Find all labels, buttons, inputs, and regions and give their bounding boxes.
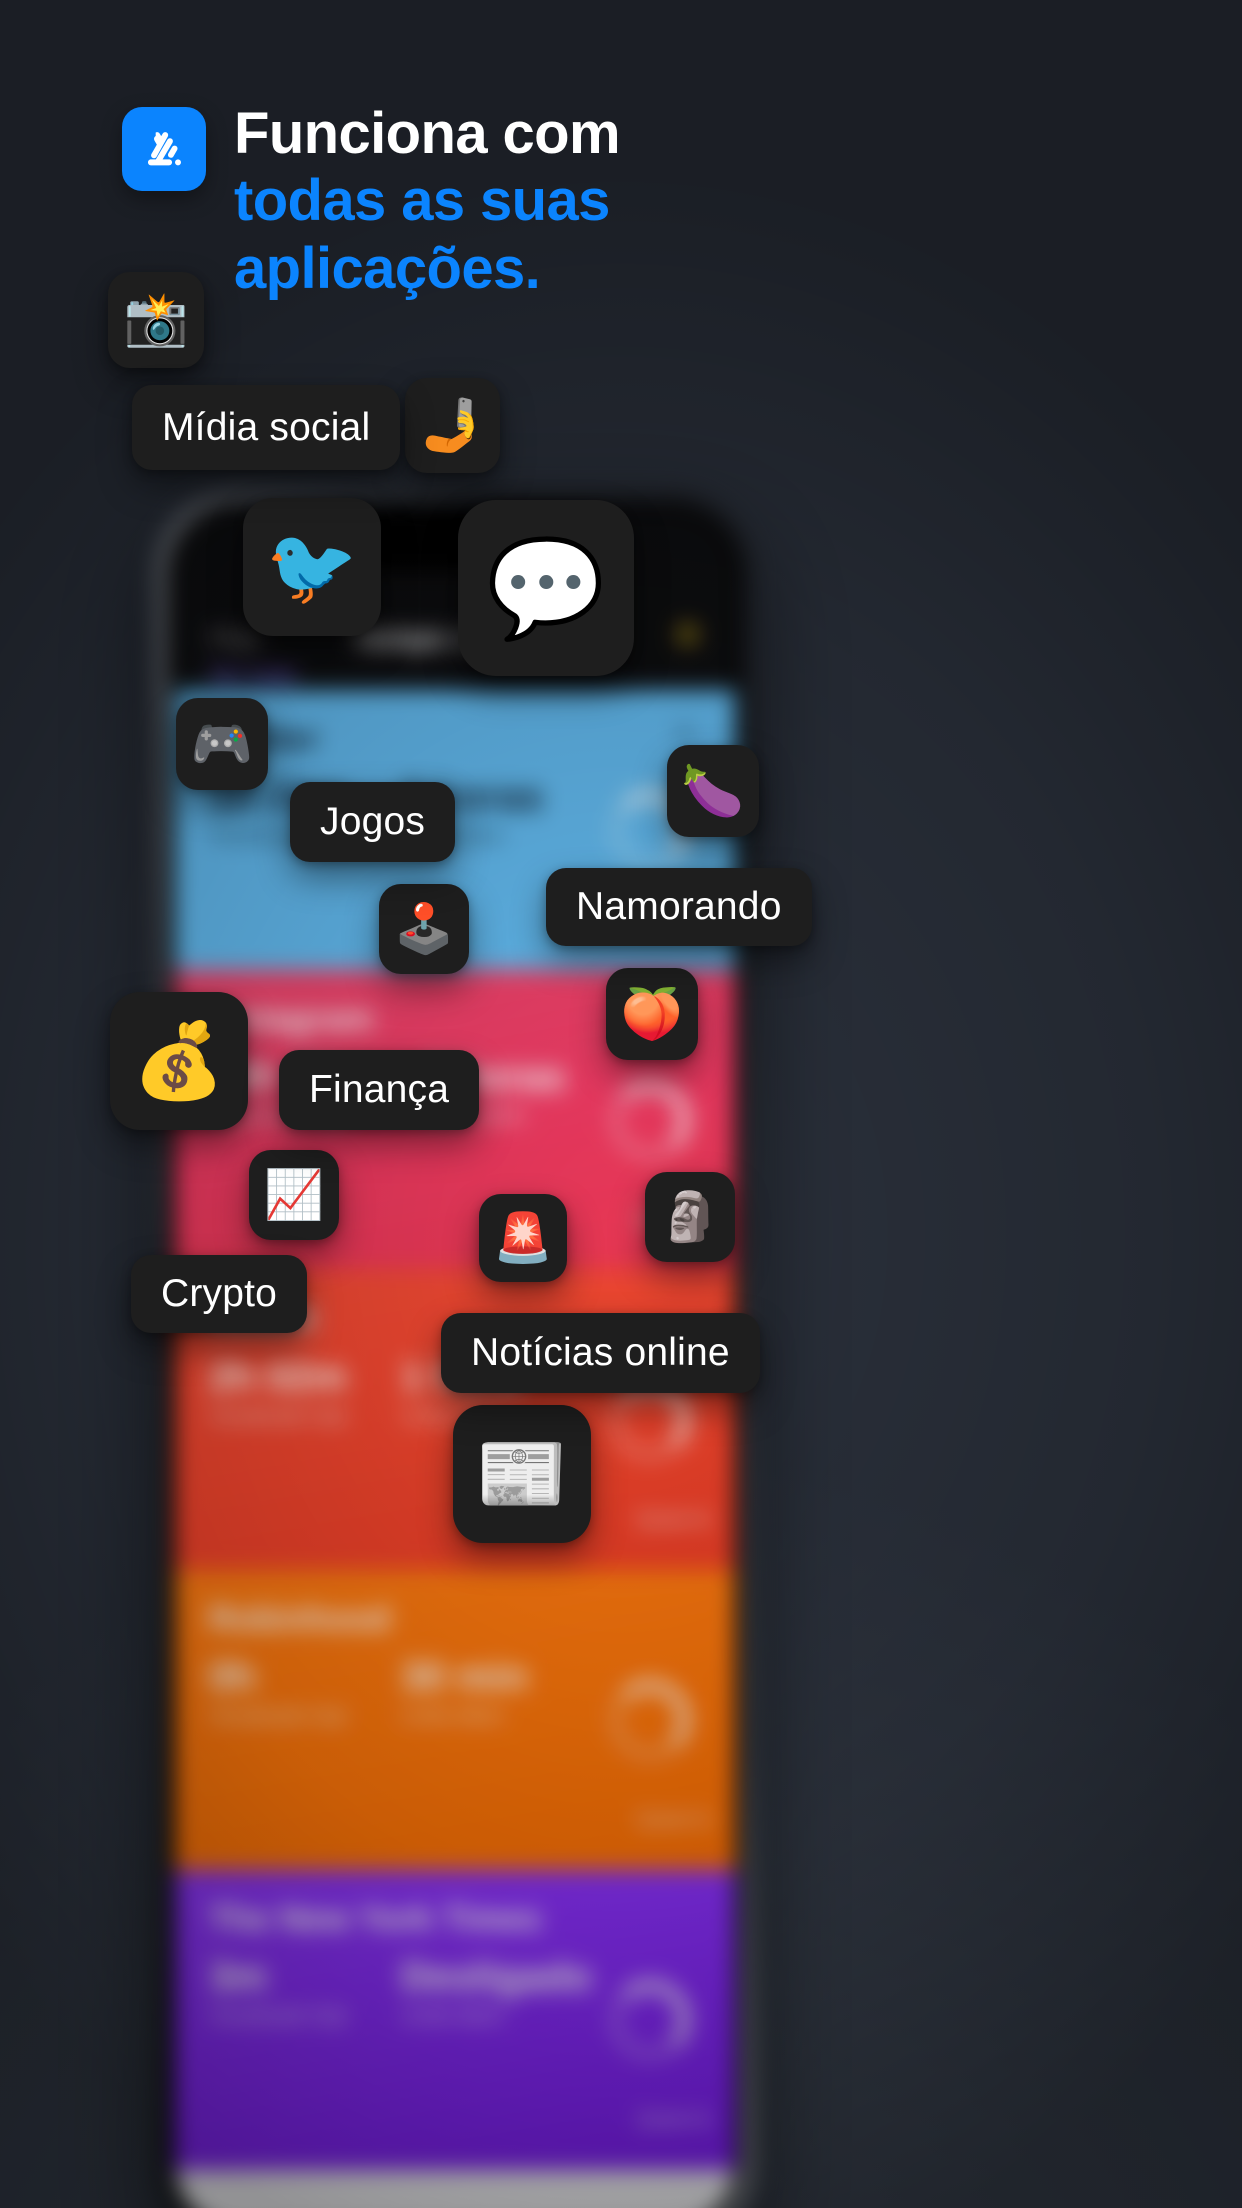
category-pill-label: Namorando (576, 885, 782, 928)
sticker-tile-chat[interactable]: 💬 (458, 500, 634, 676)
eggplant-icon: 🍆 (681, 762, 745, 820)
category-pill-crypto[interactable]: Crypto (131, 1255, 308, 1333)
headline-block: Funciona com todas as suas aplicações. (122, 100, 621, 302)
usage-card-limit: 30 min (401, 1655, 528, 1699)
speech-balloon-icon: 💬 (486, 532, 606, 644)
chart-increasing-icon: 📈 (264, 1167, 324, 1223)
category-pill-news[interactable]: Notícias online (441, 1313, 760, 1393)
sticker-tile-joystick[interactable]: 🕹️ (379, 884, 469, 974)
page-title: Funciona com todas as suas aplicações. (234, 100, 621, 302)
usage-progress-ring (611, 1081, 689, 1159)
usage-card: Robinhood 0h Visualizado hoje 30 min Lim… (175, 1570, 735, 1870)
newspaper-icon: 📰 (475, 1431, 569, 1517)
usage-card-time-label: Visualizado hoje (209, 1406, 348, 1427)
category-pill-label: Crypto (161, 1272, 278, 1315)
category-pill-finance[interactable]: Finança (279, 1050, 480, 1130)
usage-card: The New York Times 3m Visualizado hoje D… (175, 1870, 735, 2170)
category-pill-label: Jogos (320, 800, 426, 843)
category-pill-label: Finança (309, 1068, 450, 1111)
usage-card-app-name: Twitter (209, 720, 701, 759)
sticker-tile-eggplant[interactable]: 🍆 (667, 745, 759, 837)
police-light-icon: 🚨 (493, 1210, 553, 1266)
headline-line-3: aplicações. (234, 235, 541, 301)
joystick-icon: 🕹️ (394, 901, 454, 957)
usage-card (175, 2170, 735, 2208)
usage-progress-ring (611, 1981, 689, 2059)
sticker-tile-moneybag[interactable]: 💰 (110, 992, 248, 1130)
usage-progress-ring (611, 1681, 689, 1759)
usage-ring-label: Quase lá (636, 1509, 709, 1529)
usage-ring-label: Quase lá (636, 2109, 709, 2129)
gear-icon: ⚙ (674, 619, 701, 652)
usage-card-limit-label: Limite diário (401, 1706, 504, 1727)
usage-ring-label: Quase lá (636, 1809, 709, 1829)
peach-icon: 🍑 (620, 985, 684, 1043)
usage-card-time-label: Visualizado hoje (209, 2006, 348, 2027)
video-game-controller-icon: 🎮 (190, 715, 254, 773)
usage-card-limit-label: Limite diário (401, 2006, 504, 2027)
usage-card-time: 2h 02m (209, 1355, 347, 1399)
sticker-tile-newspaper[interactable]: 📰 (453, 1405, 591, 1543)
navbar-see-all-link: Ver tudo (209, 662, 298, 687)
moai-icon: 🗿 (660, 1189, 720, 1245)
usage-card-app-name: The New York Times (209, 1900, 542, 1938)
category-pill-games[interactable]: Jogos (290, 782, 456, 862)
usage-card-limit: Desligado (401, 1955, 593, 1999)
category-pill-dating[interactable]: Namorando (546, 868, 812, 946)
selfie-icon: 🤳 (420, 395, 485, 456)
sticker-tile-selfie[interactable]: 🤳 (405, 378, 500, 473)
headline-line-1: Funciona com (234, 101, 621, 166)
category-pill-label: Notícias online (471, 1331, 730, 1374)
app-store-icon (122, 107, 206, 191)
sticker-tile-siren[interactable]: 🚨 (479, 1194, 567, 1282)
headline-line-2: todas as suas (234, 168, 610, 234)
sticker-tile-bird[interactable]: 🐦 (243, 498, 381, 636)
sticker-tile-chart[interactable]: 📈 (249, 1150, 339, 1240)
sticker-tile-gamepad[interactable]: 🎮 (176, 698, 268, 790)
money-bag-icon: 💰 (132, 1018, 226, 1104)
usage-card-app-name: Robinhood (209, 1600, 391, 1638)
sticker-tile-peach[interactable]: 🍑 (606, 968, 698, 1060)
category-pill-label: Mídia social (162, 405, 371, 449)
usage-card-time: 0h (209, 1655, 256, 1699)
category-pill-social-media[interactable]: Mídia social (132, 385, 401, 470)
bird-icon: 🐦 (265, 524, 359, 610)
sticker-tile-moai[interactable]: 🗿 (645, 1172, 735, 1262)
usage-card-time-label: Visualizado hoje (209, 1706, 348, 1727)
camera-with-flash-icon: 📸 (123, 290, 189, 350)
promo-stage: Hoje Tempo de Uso ⚙ Ver tudo ✕ Twitter 1… (0, 0, 1242, 2208)
usage-card-time: 3m (209, 1955, 267, 1999)
